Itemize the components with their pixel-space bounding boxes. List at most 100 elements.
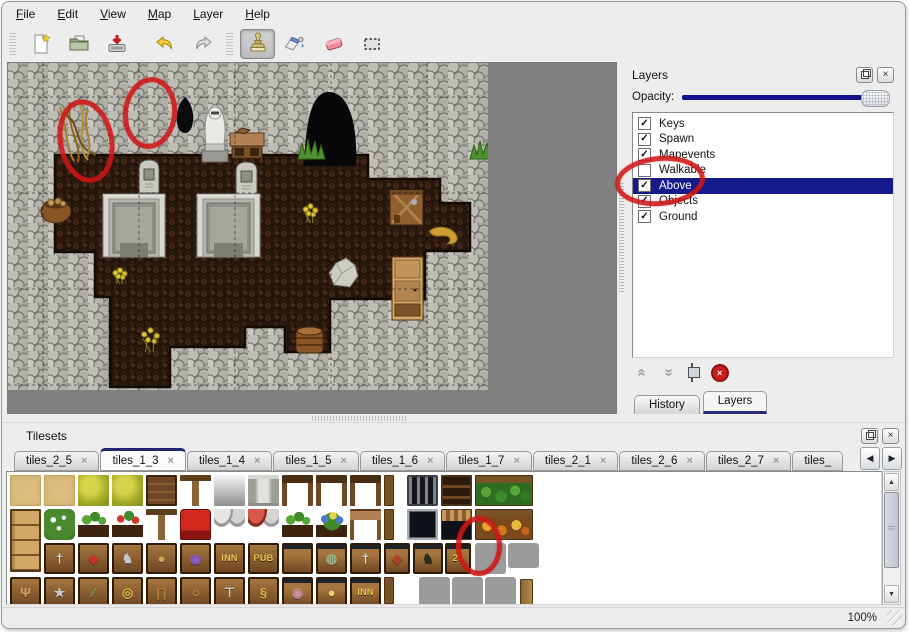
menu-map[interactable]: Map <box>144 5 175 23</box>
tile-hang[interactable]: ◆ <box>384 543 410 574</box>
close-tab-icon[interactable]: × <box>427 455 433 467</box>
tile-mailbox[interactable] <box>180 509 211 540</box>
close-panel-button[interactable]: × <box>877 67 894 83</box>
menu-help[interactable]: Help <box>241 5 274 23</box>
tile-hang[interactable]: † <box>350 543 381 574</box>
open-file-button[interactable] <box>61 29 96 59</box>
tile-hang[interactable]: INN <box>350 577 381 605</box>
layer-row-keys[interactable]: ✓Keys <box>633 116 893 132</box>
dock-tab-layers[interactable]: Layers <box>703 391 768 414</box>
menu-file[interactable]: File <box>12 5 39 23</box>
tile-thin[interactable] <box>384 509 394 540</box>
tile-bush[interactable] <box>78 475 109 506</box>
tile-woodcrate[interactable] <box>146 475 177 506</box>
tile-hang[interactable]: ● <box>316 577 347 605</box>
splitter-horizontal[interactable] <box>2 414 905 422</box>
save-button[interactable] <box>99 29 134 59</box>
scroll-down-button[interactable]: ▼ <box>884 585 899 603</box>
layer-checkbox[interactable]: ✓ <box>638 179 651 192</box>
tile-fencepost[interactable] <box>146 509 177 540</box>
tile-bush[interactable] <box>112 475 143 506</box>
resize-grip[interactable] <box>887 610 902 625</box>
opacity-slider-handle[interactable] <box>861 90 890 107</box>
close-tab-icon[interactable]: × <box>81 455 87 467</box>
tile-flowerswhite[interactable] <box>44 509 75 540</box>
layer-row-objects[interactable]: ✓Objects <box>633 194 893 210</box>
tile-fencepost[interactable] <box>180 475 211 506</box>
tile-bars[interactable] <box>407 475 438 506</box>
tileset-tab-tiles_2_5[interactable]: tiles_2_5× <box>14 451 99 471</box>
tile-beam[interactable] <box>282 475 313 506</box>
tile-board[interactable]: INN <box>214 543 245 574</box>
duplicate-layer-button[interactable] <box>691 364 693 382</box>
tileset-tab-tiles_1_5[interactable]: tiles_1_5× <box>273 451 358 471</box>
tileset-tab-tiles_1_3[interactable]: tiles_1_3× <box>100 448 185 471</box>
tile-stallg[interactable] <box>475 475 533 506</box>
tile-planterb[interactable] <box>316 509 347 540</box>
select-tool-button[interactable] <box>354 29 389 59</box>
layer-list[interactable]: ✓Keys✓Spawn✓MapeventsWalkable✓Above✓Obje… <box>632 112 894 358</box>
layer-row-spawn[interactable]: ✓Spawn <box>633 132 893 148</box>
float-panel-button[interactable] <box>861 428 878 444</box>
move-layer-down-button[interactable]: « <box>664 364 672 382</box>
tile-board[interactable]: ◎ <box>112 577 143 605</box>
tile-board[interactable]: ♞ <box>112 543 143 574</box>
tileset-tab-tiles_1_4[interactable]: tiles_1_4× <box>187 451 272 471</box>
tile-board[interactable]: ● <box>146 543 177 574</box>
dock-tab-history[interactable]: History <box>634 395 700 414</box>
close-tab-icon[interactable]: × <box>341 455 347 467</box>
splitter-vertical[interactable] <box>617 62 626 414</box>
tile-thin[interactable] <box>384 475 394 506</box>
close-tab-icon[interactable]: × <box>513 455 519 467</box>
menu-edit[interactable]: Edit <box>53 5 82 23</box>
tileset-tab-tiles_[interactable]: tiles_ <box>792 451 843 471</box>
layer-checkbox[interactable]: ✓ <box>638 148 651 161</box>
tileset-tab-tiles_1_6[interactable]: tiles_1_6× <box>360 451 445 471</box>
tile-thin[interactable] <box>384 577 394 604</box>
close-tab-icon[interactable]: × <box>773 455 779 467</box>
tile-sand[interactable] <box>44 475 75 506</box>
tile-board[interactable]: ⊤ <box>214 577 245 605</box>
layer-row-mapevents[interactable]: ✓Mapevents <box>633 147 893 163</box>
tile-board[interactable]: ★ <box>44 577 75 605</box>
tile-gray[interactable] <box>452 577 483 605</box>
tile-blackwin[interactable] <box>407 509 438 540</box>
layer-checkbox[interactable]: ✓ <box>638 210 651 223</box>
close-tab-icon[interactable]: × <box>600 455 606 467</box>
tile-beam[interactable] <box>316 475 347 506</box>
tile-hang[interactable] <box>282 543 313 574</box>
toolbar-handle[interactable] <box>9 33 16 55</box>
scrollbar-thumb[interactable] <box>884 492 899 568</box>
tile-shelfwin[interactable] <box>441 475 472 506</box>
tile-hang[interactable]: 23 <box>445 543 471 574</box>
tileset-tab-tiles_2_1[interactable]: tiles_2_1× <box>533 451 618 471</box>
tile-cabinet2[interactable] <box>10 509 41 572</box>
delete-layer-button[interactable]: × <box>711 364 729 382</box>
tile-gray[interactable] <box>485 577 516 605</box>
tile-planterg[interactable] <box>282 509 313 540</box>
tile-board[interactable]: † <box>44 543 75 574</box>
layer-checkbox[interactable] <box>638 164 651 177</box>
tile-board[interactable]: ⁄ <box>78 577 109 605</box>
layer-row-walkable[interactable]: Walkable <box>633 163 893 179</box>
layer-checkbox[interactable]: ✓ <box>638 117 651 130</box>
tile-board[interactable]: ◉ <box>180 543 211 574</box>
tile-planterr[interactable] <box>112 509 143 540</box>
close-tab-icon[interactable]: × <box>686 455 692 467</box>
tile-hang[interactable]: ◉ <box>282 577 313 605</box>
tileset-scrollbar[interactable]: ▲ ▼ <box>882 471 901 605</box>
tile-hang[interactable]: ♞ <box>413 543 443 574</box>
menu-layer[interactable]: Layer <box>189 5 227 23</box>
fill-tool-button[interactable] <box>278 29 313 59</box>
tile-grad[interactable] <box>214 475 245 506</box>
close-panel-button[interactable]: × <box>882 428 899 444</box>
redo-button[interactable] <box>185 29 220 59</box>
tile-tablet[interactable] <box>350 509 381 540</box>
tile-gray[interactable] <box>475 543 506 574</box>
tileset-tab-tiles_1_7[interactable]: tiles_1_7× <box>446 451 531 471</box>
tileset-content[interactable]: †◆♞●◉INNPUB◍†◆♞23Ψ★⁄◎∏○⊤§◉●INN <box>6 471 882 605</box>
layer-row-ground[interactable]: ✓Ground <box>633 209 893 225</box>
tile-postw[interactable] <box>520 579 533 605</box>
tile-beam[interactable] <box>350 475 381 506</box>
tile-board[interactable]: § <box>248 577 279 605</box>
